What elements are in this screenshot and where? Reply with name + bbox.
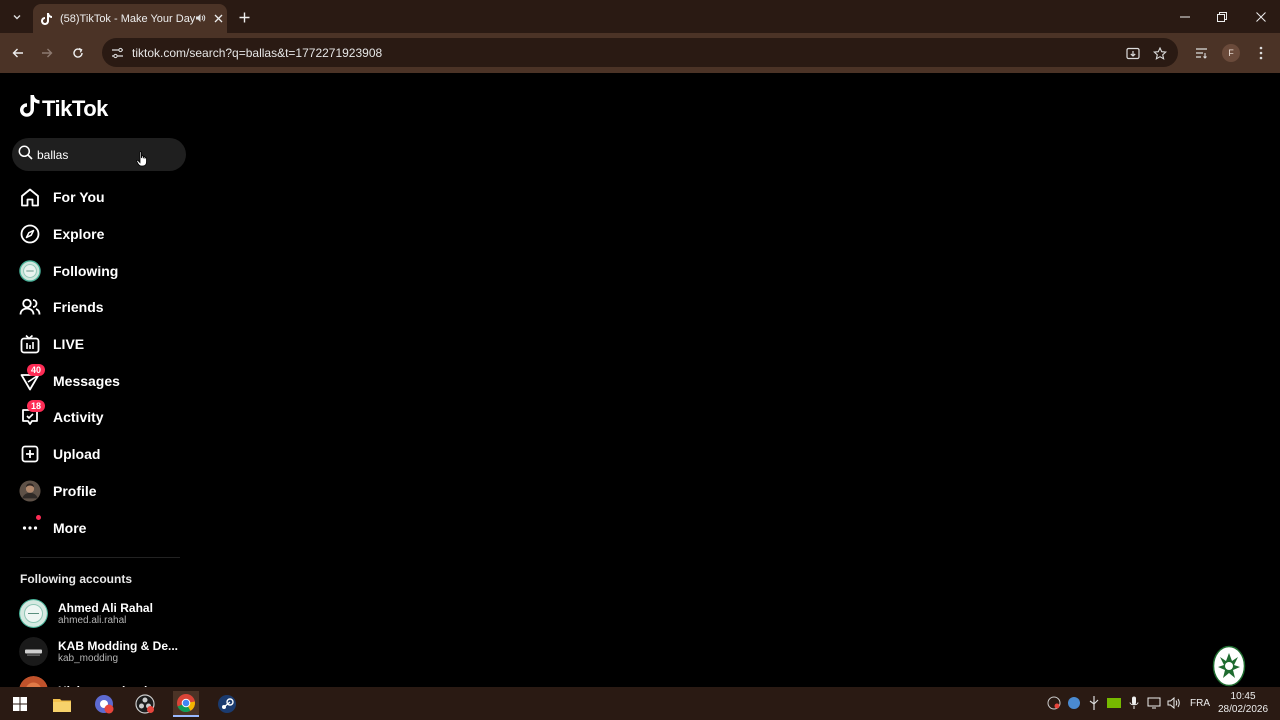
- site-settings-icon[interactable]: [108, 44, 126, 62]
- friends-icon: [19, 296, 41, 318]
- file-explorer-icon[interactable]: [49, 691, 75, 717]
- chrome-icon[interactable]: [173, 691, 199, 717]
- activity-icon: 18: [19, 400, 46, 428]
- tiktok-logo[interactable]: TikTok: [20, 95, 108, 122]
- nav-label: Explore: [53, 226, 105, 243]
- following-account-item[interactable]: Ahmed Ali Rahal ahmed.ali.rahal: [19, 599, 189, 628]
- close-tab-icon[interactable]: [214, 12, 223, 26]
- nav-for-you[interactable]: For You: [0, 179, 190, 216]
- account-name: Ahmed Ali Rahal: [58, 601, 153, 615]
- account-handle: kab_modding: [58, 653, 119, 664]
- tiktok-page: TikTok For You Explore Following: [0, 73, 1280, 705]
- tray-app-icon[interactable]: [1047, 696, 1061, 710]
- more-dots-icon: [19, 514, 41, 539]
- network-icon[interactable]: [1147, 696, 1161, 710]
- reading-list-icon[interactable]: [1190, 42, 1212, 64]
- home-icon: [19, 186, 41, 208]
- close-window-icon[interactable]: [1249, 6, 1273, 28]
- obs-icon[interactable]: [132, 691, 158, 717]
- address-bar[interactable]: tiktok.com/search?q=ballas&t=17722719239…: [102, 38, 1178, 67]
- account-name: KAB Modding & De...: [58, 639, 178, 653]
- nav-label: Activity: [53, 409, 104, 426]
- following-account-item[interactable]: KAB Modding & De... kab_modding: [19, 637, 189, 666]
- browser-toolbar: tiktok.com/search?q=ballas&t=17722719239…: [0, 33, 1280, 73]
- chrome-profile-icon[interactable]: [91, 691, 117, 717]
- restore-icon[interactable]: [1210, 6, 1234, 28]
- live-tv-icon: [19, 333, 41, 355]
- upload-plus-icon: [19, 443, 41, 465]
- speaker-icon[interactable]: [195, 10, 206, 28]
- nav-label: For You: [53, 189, 105, 206]
- nav-live[interactable]: LIVE: [0, 326, 190, 363]
- profile-avatar[interactable]: F: [1220, 42, 1242, 64]
- usb-icon[interactable]: [1087, 696, 1101, 710]
- nav-messages[interactable]: 40 Messages: [0, 362, 190, 399]
- microphone-icon[interactable]: [1127, 696, 1141, 710]
- nvidia-icon[interactable]: [1107, 696, 1121, 710]
- nav-label: Friends: [53, 299, 104, 316]
- nav-profile[interactable]: Profile: [0, 473, 190, 510]
- windows-start-icon[interactable]: [7, 691, 33, 717]
- profile-initial: F: [1222, 44, 1240, 62]
- install-app-icon[interactable]: [1124, 44, 1142, 62]
- nav-label: Messages: [53, 372, 120, 389]
- nav-label: Upload: [53, 446, 101, 463]
- system-clock[interactable]: 10:45 28/02/2026: [1218, 690, 1268, 716]
- tab-title: (58)TikTok - Make Your Day: [60, 12, 196, 25]
- hand-cursor-icon: [136, 151, 148, 172]
- menu-kebab-icon[interactable]: [1250, 42, 1272, 64]
- nav-following[interactable]: Following: [0, 252, 190, 289]
- nav-friends[interactable]: Friends: [0, 289, 190, 326]
- forward-arrow-icon[interactable]: [36, 42, 58, 64]
- browser-tab-bar: (58)TikTok - Make Your Day: [0, 0, 1280, 33]
- language-indicator[interactable]: FRA: [1190, 698, 1210, 709]
- following-accounts-title: Following accounts: [20, 572, 133, 586]
- account-avatar: [19, 599, 48, 628]
- back-arrow-icon[interactable]: [7, 42, 29, 64]
- nav-activity[interactable]: 18 Activity: [0, 399, 190, 436]
- reload-icon[interactable]: [67, 42, 89, 64]
- steam-tray-icon[interactable]: [1067, 696, 1081, 710]
- account-avatar: [19, 637, 48, 666]
- nav-upload[interactable]: Upload: [0, 436, 190, 473]
- watermark-logo: [1212, 645, 1246, 687]
- sidebar-divider: [20, 557, 180, 558]
- nav-label: LIVE: [53, 336, 85, 353]
- logo-text: TikTok: [42, 95, 108, 121]
- tiktok-note-icon: [20, 95, 40, 122]
- notification-dot: [36, 514, 41, 520]
- bookmark-star-icon[interactable]: [1151, 44, 1169, 62]
- search-icon: [18, 145, 33, 165]
- volume-icon[interactable]: [1167, 696, 1181, 710]
- browser-tab-tiktok[interactable]: (58)TikTok - Make Your Day: [33, 4, 227, 33]
- steam-icon[interactable]: [214, 691, 240, 717]
- tiktok-favicon-icon: [41, 12, 52, 25]
- following-avatar-icon: [19, 259, 41, 282]
- nav-label: Profile: [53, 482, 97, 499]
- profile-avatar-icon: [19, 480, 41, 502]
- new-tab-plus-icon[interactable]: [234, 7, 254, 27]
- nav-more[interactable]: More: [0, 509, 190, 546]
- sidebar-nav: For You Explore Following Friends LIVE 4…: [0, 179, 190, 546]
- tab-search-chevron-icon[interactable]: [6, 6, 28, 28]
- url-text: tiktok.com/search?q=ballas&t=17722719239…: [132, 45, 383, 60]
- minimize-icon[interactable]: [1173, 6, 1197, 28]
- search-bar[interactable]: [12, 138, 186, 171]
- windows-taskbar: FRA 10:45 28/02/2026: [0, 687, 1280, 720]
- messages-badge: 40: [27, 363, 46, 376]
- compass-icon: [19, 223, 41, 245]
- nav-explore[interactable]: Explore: [0, 216, 190, 253]
- activity-badge: 18: [27, 400, 46, 413]
- nav-label: Following: [53, 262, 119, 279]
- account-handle: ahmed.ali.rahal: [58, 615, 127, 626]
- nav-label: More: [53, 519, 87, 536]
- clock-time: 10:45: [1230, 691, 1256, 702]
- messages-icon: 40: [19, 363, 46, 392]
- clock-date: 28/02/2026: [1218, 704, 1269, 715]
